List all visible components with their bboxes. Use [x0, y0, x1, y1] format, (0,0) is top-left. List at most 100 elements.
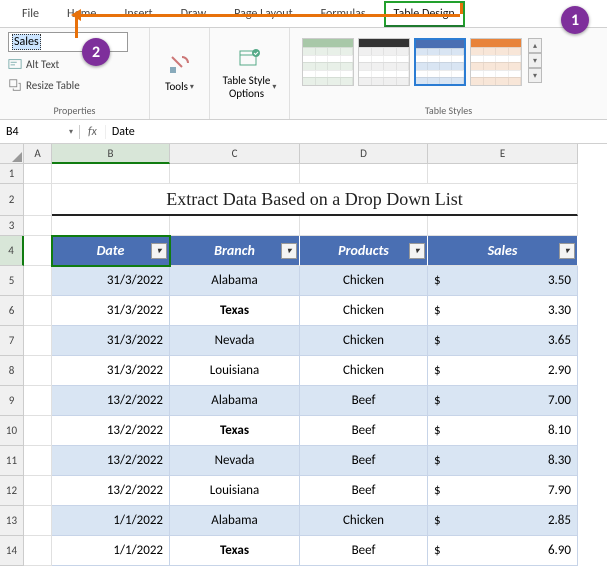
table-cell-branch[interactable]: Nevada	[170, 326, 300, 356]
cell[interactable]	[170, 164, 300, 184]
cell[interactable]	[24, 184, 52, 216]
table-style-options-dropdown[interactable]: Table Style Options▾	[218, 32, 281, 115]
table-header-sales[interactable]: Sales▾	[428, 236, 578, 266]
row-header-3[interactable]: 3	[0, 216, 24, 236]
table-cell-date[interactable]: 1/1/2022	[52, 536, 170, 566]
cell[interactable]	[24, 476, 52, 506]
cell[interactable]	[24, 386, 52, 416]
table-cell-branch[interactable]: Alabama	[170, 386, 300, 416]
table-cell-date[interactable]: 31/3/2022	[52, 266, 170, 296]
cell[interactable]	[24, 236, 52, 266]
table-cell-date[interactable]: 31/3/2022	[52, 326, 170, 356]
row-header-9[interactable]: 9	[0, 386, 24, 416]
row-header-7[interactable]: 7	[0, 326, 24, 356]
table-name-input[interactable]: Sales	[8, 32, 128, 52]
table-cell-product[interactable]: Chicken	[300, 266, 428, 296]
row-header-1[interactable]: 1	[0, 164, 24, 184]
table-cell-product[interactable]: Beef	[300, 476, 428, 506]
table-cell-date[interactable]: 13/2/2022	[52, 476, 170, 506]
table-cell-sales[interactable]: $2.90	[428, 356, 578, 386]
table-cell-branch[interactable]: Texas	[170, 296, 300, 326]
table-cell-branch[interactable]: Louisiana	[170, 476, 300, 506]
tools-dropdown[interactable]: Tools▾	[158, 32, 201, 115]
table-cell-branch[interactable]: Louisiana	[170, 356, 300, 386]
table-header-products[interactable]: Products▾	[300, 236, 428, 266]
row-header-10[interactable]: 10	[0, 416, 24, 446]
table-cell-product[interactable]: Chicken	[300, 506, 428, 536]
table-header-date[interactable]: Date▾	[52, 236, 170, 266]
cell[interactable]	[52, 164, 170, 184]
fx-icon[interactable]: fx	[80, 125, 106, 139]
table-cell-branch[interactable]: Nevada	[170, 446, 300, 476]
cell[interactable]	[24, 164, 52, 184]
filter-dropdown-icon[interactable]: ▾	[281, 243, 297, 259]
column-header-B[interactable]: B	[52, 144, 170, 164]
table-cell-sales[interactable]: $2.85	[428, 506, 578, 536]
cell[interactable]	[52, 216, 170, 236]
table-cell-sales[interactable]: $3.65	[428, 326, 578, 356]
column-header-E[interactable]: E	[428, 144, 578, 164]
filter-dropdown-icon[interactable]: ▾	[559, 243, 575, 259]
resize-table-button[interactable]: Resize Table	[8, 76, 141, 94]
row-header-12[interactable]: 12	[0, 476, 24, 506]
row-header-4[interactable]: 4	[0, 236, 24, 266]
name-box[interactable]: B4 ▾	[0, 125, 80, 139]
filter-dropdown-icon[interactable]: ▾	[409, 243, 425, 259]
gallery-scroll[interactable]: ▴▾▾	[528, 38, 542, 83]
tab-file[interactable]: File	[12, 1, 49, 27]
row-header-13[interactable]: 13	[0, 506, 24, 536]
table-cell-sales[interactable]: $7.90	[428, 476, 578, 506]
row-header-5[interactable]: 5	[0, 266, 24, 296]
table-cell-branch[interactable]: Alabama	[170, 266, 300, 296]
cell[interactable]	[24, 356, 52, 386]
table-cell-sales[interactable]: $8.10	[428, 416, 578, 446]
formula-value[interactable]: Date	[106, 125, 141, 139]
table-header-branch[interactable]: Branch▾	[170, 236, 300, 266]
cell[interactable]	[24, 266, 52, 296]
column-header-A[interactable]: A	[24, 144, 52, 164]
cell[interactable]	[428, 216, 578, 236]
column-header-C[interactable]: C	[170, 144, 300, 164]
table-style-swatch[interactable]	[302, 38, 354, 86]
table-cell-branch[interactable]: Alabama	[170, 506, 300, 536]
cell[interactable]	[24, 416, 52, 446]
cell[interactable]	[170, 216, 300, 236]
row-header-2[interactable]: 2	[0, 184, 24, 216]
cell[interactable]	[24, 216, 52, 236]
cell[interactable]	[24, 296, 52, 326]
table-cell-branch[interactable]: Texas	[170, 416, 300, 446]
table-cell-sales[interactable]: $7.00	[428, 386, 578, 416]
cell[interactable]	[300, 164, 428, 184]
table-cell-date[interactable]: 31/3/2022	[52, 296, 170, 326]
row-header-8[interactable]: 8	[0, 356, 24, 386]
table-cell-sales[interactable]: $3.30	[428, 296, 578, 326]
table-cell-product[interactable]: Beef	[300, 536, 428, 566]
cell[interactable]	[300, 216, 428, 236]
table-cell-sales[interactable]: $3.50	[428, 266, 578, 296]
table-style-swatch[interactable]	[414, 38, 466, 86]
cell[interactable]	[428, 164, 578, 184]
row-header-14[interactable]: 14	[0, 536, 24, 566]
cell[interactable]	[24, 536, 52, 566]
row-header-11[interactable]: 11	[0, 446, 24, 476]
table-cell-product[interactable]: Beef	[300, 386, 428, 416]
table-cell-date[interactable]: 31/3/2022	[52, 356, 170, 386]
table-cell-sales[interactable]: $6.90	[428, 536, 578, 566]
cell[interactable]	[24, 506, 52, 536]
table-cell-date[interactable]: 13/2/2022	[52, 386, 170, 416]
cell[interactable]	[24, 446, 52, 476]
table-cell-product[interactable]: Beef	[300, 416, 428, 446]
table-cell-date[interactable]: 13/2/2022	[52, 416, 170, 446]
table-style-swatch[interactable]	[358, 38, 410, 86]
select-all-corner[interactable]	[0, 144, 24, 164]
filter-dropdown-icon[interactable]: ▾	[151, 243, 167, 259]
table-cell-date[interactable]: 13/2/2022	[52, 446, 170, 476]
table-cell-date[interactable]: 1/1/2022	[52, 506, 170, 536]
table-cell-product[interactable]: Beef	[300, 446, 428, 476]
row-header-6[interactable]: 6	[0, 296, 24, 326]
column-header-D[interactable]: D	[300, 144, 428, 164]
alt-text-button[interactable]: Alt Text	[8, 55, 141, 73]
table-cell-product[interactable]: Chicken	[300, 356, 428, 386]
table-cell-product[interactable]: Chicken	[300, 296, 428, 326]
table-cell-sales[interactable]: $8.30	[428, 446, 578, 476]
